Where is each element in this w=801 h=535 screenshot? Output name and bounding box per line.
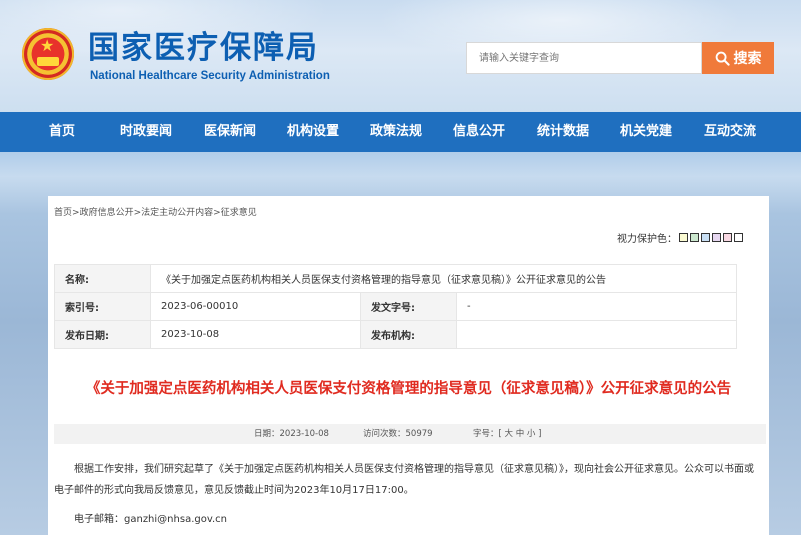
nav-interaction[interactable]: 互动交流 — [704, 124, 756, 140]
search-button-label: 搜索 — [733, 51, 762, 67]
meta-docno-label: 发文字号: — [360, 292, 457, 321]
nav-statistics[interactable]: 统计数据 — [537, 124, 589, 140]
breadcrumb-separator: > — [72, 208, 80, 218]
meta-name-value: 《关于加强定点医药机构相关人员医保支付资格管理的指导意见（征求意见稿）》公开征求… — [150, 264, 737, 293]
color-swatch-yellow[interactable] — [679, 233, 688, 242]
color-swatch-white[interactable] — [734, 233, 743, 242]
meta-index-value: 2023-06-00010 — [150, 292, 361, 321]
eye-protection-colors: 视力保护色： — [617, 230, 743, 245]
meta-org-label: 发布机构: — [360, 320, 457, 349]
color-swatch-purple[interactable] — [712, 233, 721, 242]
nav-policies[interactable]: 政策法规 — [370, 124, 422, 140]
nav-organization[interactable]: 机构设置 — [287, 124, 339, 140]
search-button[interactable]: 搜索 — [702, 42, 774, 74]
visit-count: 访问次数：50979 — [363, 429, 433, 439]
nav-healthcare-news[interactable]: 医保新闻 — [204, 124, 256, 140]
breadcrumb-separator: > — [213, 208, 221, 218]
breadcrumb-home[interactable]: 首页 — [54, 208, 72, 218]
meta-org-value — [456, 320, 737, 349]
nav-party-building[interactable]: 机关党建 — [620, 124, 672, 140]
meta-date-value: 2023-10-08 — [150, 320, 361, 349]
breadcrumb-consultation[interactable]: 征求意见 — [221, 208, 257, 218]
site-subtitle: National Healthcare Security Administrat… — [90, 70, 330, 82]
color-swatch-green[interactable] — [690, 233, 699, 242]
color-swatch-pink[interactable] — [723, 233, 732, 242]
site-header: ★ 国家医疗保障局 National Healthcare Security A… — [0, 0, 801, 112]
meta-docno-value: - — [456, 292, 737, 321]
meta-name-label: 名称: — [54, 264, 151, 293]
document-meta-table: 名称: 《关于加强定点医药机构相关人员医保支付资格管理的指导意见（征求意见稿）》… — [54, 264, 737, 349]
breadcrumb-separator: > — [133, 208, 142, 218]
eye-protection-label: 视力保护色： — [617, 234, 677, 245]
article-info-bar: 日期：2023-10-08 访问次数：50979 字号：[ 大 中 小 ] — [54, 424, 766, 444]
gate-icon — [37, 57, 59, 66]
nav-home[interactable]: 首页 — [49, 124, 75, 140]
article-title: 《关于加强定点医药机构相关人员医保支付资格管理的指导意见（征求意见稿）》公开征求… — [85, 381, 732, 397]
meta-date-label: 发布日期: — [54, 320, 151, 349]
nav-politics-news[interactable]: 时政要闻 — [120, 124, 172, 140]
content-panel: 首页>政府信息公开>法定主动公开内容>征求意见 视力保护色： 名称: 《关于加强… — [48, 196, 769, 535]
article-paragraph: 根据工作安排，我们研究起草了《关于加强定点医药机构相关人员医保支付资格管理的指导… — [54, 464, 754, 496]
font-size-selector[interactable]: 字号：[ 大 中 小 ] — [473, 429, 541, 439]
search-input[interactable] — [466, 42, 702, 74]
meta-index-label: 索引号: — [54, 292, 151, 321]
contact-email[interactable]: 电子邮箱：ganzhi@nhsa.gov.cn — [74, 514, 227, 526]
breadcrumb-statutory[interactable]: 法定主动公开内容 — [141, 208, 213, 218]
search-icon — [715, 51, 730, 66]
nav-info-disclosure[interactable]: 信息公开 — [453, 124, 505, 140]
site-title[interactable]: 国家医疗保障局 — [88, 30, 319, 66]
main-nav: 首页 时政要闻 医保新闻 机构设置 政策法规 信息公开 统计数据 机关党建 互动… — [0, 112, 801, 152]
breadcrumb: 首页>政府信息公开>法定主动公开内容>征求意见 — [54, 208, 257, 219]
breadcrumb-gov-info[interactable]: 政府信息公开 — [80, 208, 134, 218]
color-swatch-blue[interactable] — [701, 233, 710, 242]
star-icon: ★ — [40, 36, 55, 55]
national-emblem-icon[interactable]: ★ — [22, 28, 74, 80]
article-date: 日期：2023-10-08 — [254, 429, 329, 439]
